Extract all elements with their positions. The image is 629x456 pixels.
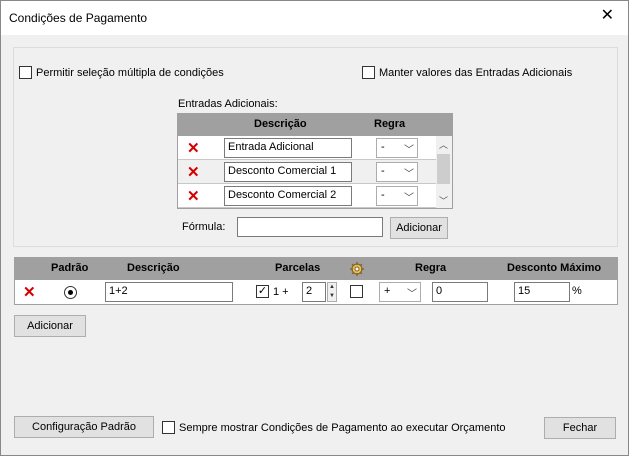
entradas-label: Entradas Adicionais: <box>178 98 278 110</box>
chevron-down-icon: ﹀ <box>404 145 414 156</box>
config-default-button[interactable]: Configuração Padrão <box>14 416 154 438</box>
table-row: ✕ Desconto Comercial 2 - ﹀ <box>178 184 436 208</box>
entrada-checkbox[interactable]: ✓ 1 + <box>256 285 289 298</box>
delete-icon[interactable]: ✕ <box>187 189 200 204</box>
close-button-label: Fechar <box>562 422 598 434</box>
delete-icon[interactable]: ✕ <box>187 165 200 180</box>
parcelas-spinner[interactable]: ▲ ▼ <box>327 282 337 302</box>
add-condition-label: Adicionar <box>27 320 73 332</box>
conditions-header: Padrão Descrição Parcelas Regra Desconto… <box>15 258 617 280</box>
entrada-regra-select[interactable]: - ﹀ <box>376 138 418 158</box>
always-show-checkbox[interactable]: Sempre mostrar Condições de Pagamento ao… <box>162 421 506 434</box>
condition-descricao-input[interactable]: 1+2 <box>105 282 233 302</box>
entradas-table: Descrição Regra ✕ Entrada Adicional - ﹀ … <box>177 113 453 209</box>
keep-values-label: Manter valores das Entradas Adicionais <box>379 66 573 79</box>
vertical-scrollbar[interactable]: ︿ ﹀ <box>436 136 452 208</box>
table-row: ✕ Desconto Comercial 1 - ﹀ <box>178 160 436 184</box>
scroll-up-icon[interactable]: ︿ <box>439 138 448 151</box>
checkbox-box[interactable] <box>162 421 175 434</box>
scrollbar-thumb[interactable] <box>437 154 450 184</box>
chevron-down-icon: ﹀ <box>404 169 414 180</box>
formula-input[interactable] <box>237 217 383 237</box>
multi-select-label: Permitir seleção múltipla de condições <box>36 66 224 79</box>
desconto-input[interactable]: 15 <box>514 282 570 302</box>
checkbox-box[interactable] <box>19 66 32 79</box>
header-desconto: Desconto Máximo <box>507 262 602 274</box>
regra-value: + <box>384 285 391 297</box>
dialog-window: Condições de Pagamento ✕ Permitir seleçã… <box>0 0 629 456</box>
parcelas-input[interactable]: 2 <box>302 282 326 302</box>
header-descricao: Descrição <box>254 118 307 130</box>
checkbox-box[interactable]: ✓ <box>256 285 269 298</box>
entrada-regra-select[interactable]: - ﹀ <box>376 186 418 206</box>
delete-icon[interactable]: ✕ <box>187 141 200 156</box>
scroll-down-icon[interactable]: ﹀ <box>439 194 448 207</box>
desconto-unit: % <box>572 285 582 297</box>
entrada-checkbox-label: 1 + <box>273 285 289 298</box>
chevron-down-icon: ﹀ <box>407 289 417 300</box>
multi-select-checkbox[interactable]: Permitir seleção múltipla de condições <box>19 66 224 79</box>
checkbox-box[interactable] <box>362 66 375 79</box>
entrada-descricao-input[interactable]: Desconto Comercial 2 <box>224 186 352 206</box>
entrada-regra-value: - <box>381 141 385 153</box>
keep-values-checkbox[interactable]: Manter valores das Entradas Adicionais <box>362 66 572 79</box>
entrada-regra-value: - <box>381 189 385 201</box>
header-padrao: Padrão <box>51 262 89 274</box>
entrada-descricao-input[interactable]: Desconto Comercial 1 <box>224 162 352 182</box>
delete-icon[interactable]: ✕ <box>23 285 36 300</box>
entrada-descricao-input[interactable]: Entrada Adicional <box>224 138 352 158</box>
header-regra: Regra <box>374 118 406 130</box>
add-condition-button[interactable]: Adicionar <box>14 315 86 337</box>
chevron-down-icon: ﹀ <box>404 193 414 204</box>
header-regra: Regra <box>415 262 447 274</box>
default-radio[interactable] <box>64 286 77 299</box>
config-default-label: Configuração Padrão <box>32 421 136 433</box>
close-icon[interactable]: ✕ <box>601 8 614 24</box>
regra-select[interactable]: + ﹀ <box>379 282 421 302</box>
close-button[interactable]: Fechar <box>544 417 616 439</box>
header-parcelas: Parcelas <box>275 262 321 274</box>
entradas-header: Descrição Regra <box>178 114 452 136</box>
conditions-table: Padrão Descrição Parcelas Regra Desconto… <box>14 257 618 305</box>
header-descricao: Descrição <box>127 262 180 274</box>
gear-icon[interactable] <box>349 261 365 277</box>
entrada-regra-value: - <box>381 165 385 177</box>
add-entrada-label: Adicionar <box>396 222 442 234</box>
formula-label: Fórmula: <box>182 221 226 233</box>
title-bar: Condições de Pagamento ✕ <box>1 1 628 35</box>
always-show-label: Sempre mostrar Condições de Pagamento ao… <box>179 421 506 434</box>
window-title: Condições de Pagamento <box>9 11 148 25</box>
entrada-regra-select[interactable]: - ﹀ <box>376 162 418 182</box>
spin-down-icon[interactable]: ▼ <box>329 293 335 299</box>
extra-checkbox[interactable] <box>350 285 363 298</box>
table-row: ✕ 1+2 ✓ 1 + 2 ▲ ▼ + ﹀ 0 15 % <box>15 280 617 304</box>
add-entrada-button[interactable]: Adicionar <box>390 217 448 239</box>
spin-up-icon[interactable]: ▲ <box>329 284 335 290</box>
table-row: ✕ Entrada Adicional - ﹀ <box>178 136 436 160</box>
regra-value-input[interactable]: 0 <box>432 282 488 302</box>
